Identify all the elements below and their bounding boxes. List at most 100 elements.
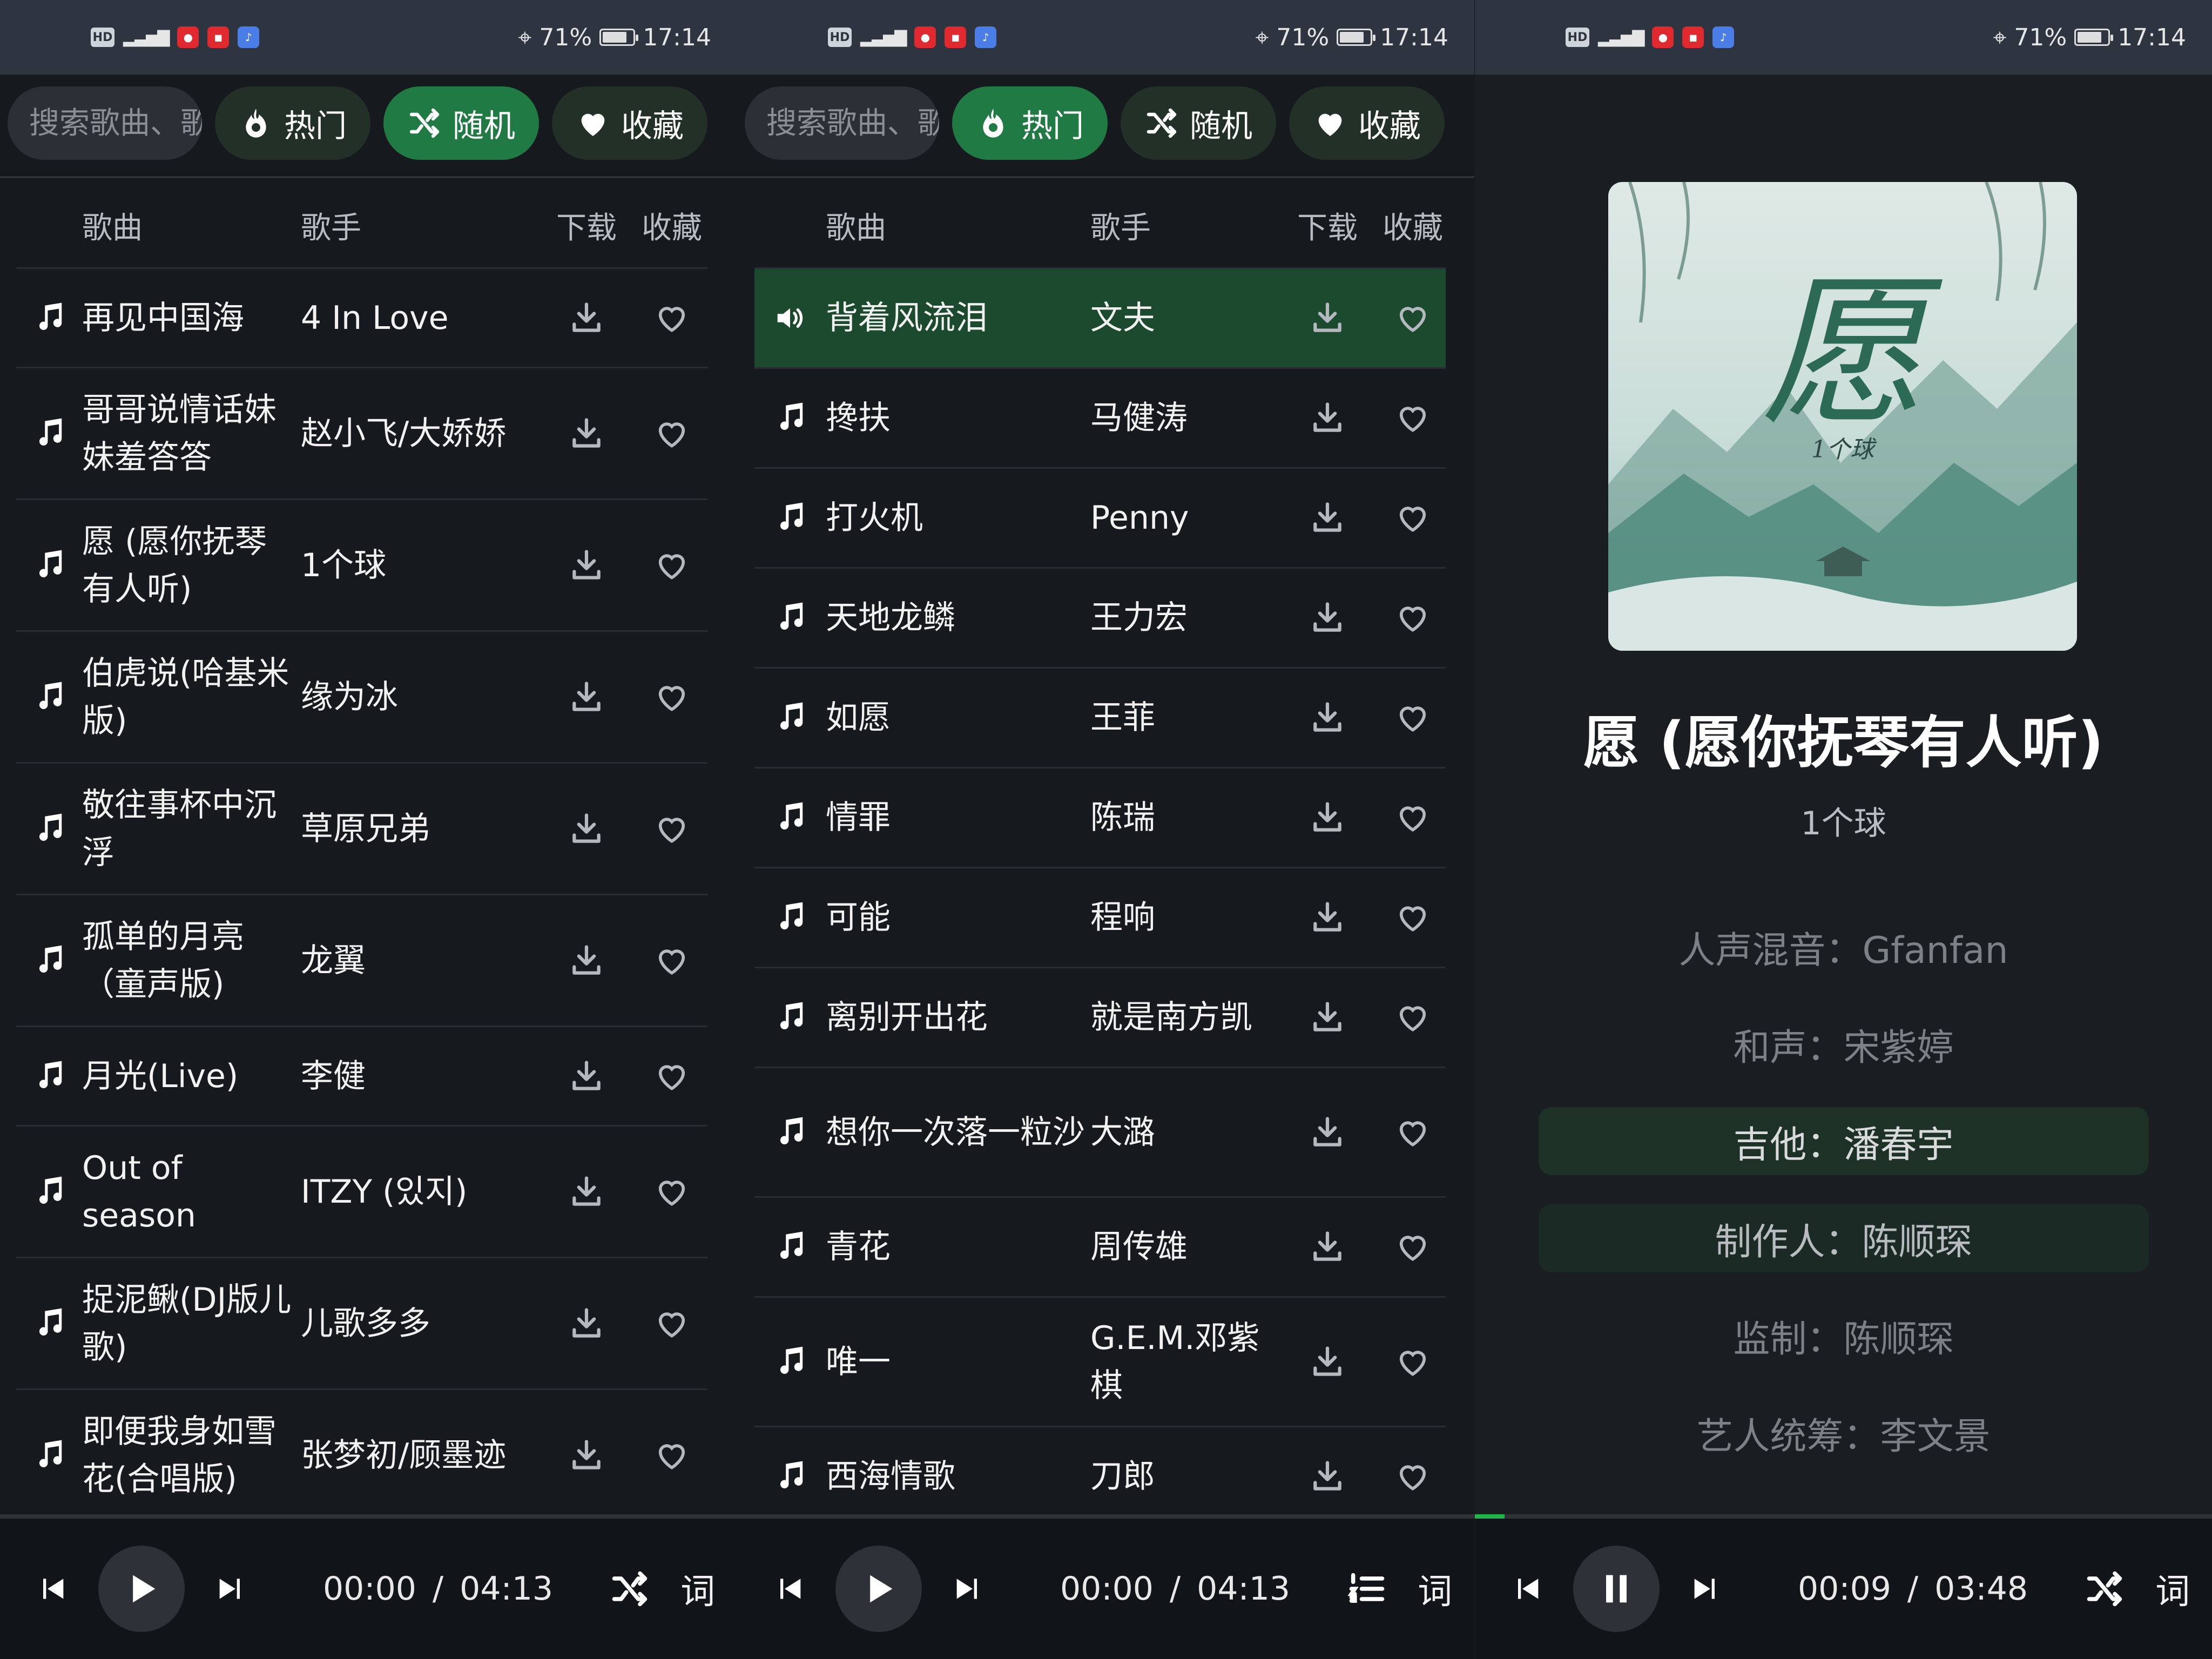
play-button[interactable] <box>835 1546 922 1632</box>
download-button[interactable] <box>1285 500 1370 536</box>
download-button[interactable] <box>544 1437 629 1474</box>
favorite-button[interactable] <box>629 415 714 452</box>
favorite-button[interactable] <box>629 942 714 979</box>
table-row[interactable]: 如愿 王菲 <box>754 669 1446 768</box>
table-row-playing[interactable]: 背着风流泪 文夫 <box>754 269 1446 369</box>
table-row[interactable]: 离别开出花 就是南方凯 <box>754 968 1446 1068</box>
playback-progress[interactable] <box>1475 1514 1505 1519</box>
download-button[interactable] <box>544 1058 629 1095</box>
lyric-line-current[interactable]: 吉他：潘春宇 <box>1538 1107 2149 1175</box>
search-box[interactable] <box>8 86 202 160</box>
download-button[interactable] <box>1285 699 1370 736</box>
random-button[interactable]: 随机 <box>383 86 539 160</box>
favorites-button[interactable]: 收藏 <box>552 86 708 160</box>
next-button[interactable] <box>1684 1567 1728 1610</box>
favorite-button[interactable] <box>1370 599 1455 636</box>
table-row[interactable]: 敬往事杯中沉浮 草原兄弟 <box>16 764 707 895</box>
favorite-button[interactable] <box>629 1305 714 1342</box>
download-button[interactable] <box>1285 799 1370 836</box>
table-row[interactable]: 孤单的月亮（童声版) 龙翼 <box>16 895 707 1027</box>
search-input[interactable] <box>766 105 939 141</box>
search-box[interactable] <box>745 86 939 160</box>
favorite-button[interactable] <box>1370 1344 1455 1380</box>
previous-button[interactable] <box>767 1567 811 1610</box>
table-row[interactable]: 伯虎说(哈基米版) 缘为冰 <box>16 632 707 764</box>
pause-button[interactable] <box>1573 1546 1660 1632</box>
favorite-button[interactable] <box>1370 1114 1455 1151</box>
download-button[interactable] <box>1285 300 1370 336</box>
download-button[interactable] <box>544 547 629 584</box>
download-button[interactable] <box>544 1305 629 1342</box>
favorite-button[interactable] <box>1370 1229 1455 1265</box>
download-button[interactable] <box>544 300 629 336</box>
lyrics-button[interactable]: 词 <box>1418 1564 1452 1614</box>
download-button[interactable] <box>1285 999 1370 1036</box>
download-button[interactable] <box>544 1174 629 1210</box>
previous-button[interactable] <box>30 1567 73 1610</box>
table-row[interactable]: 可能 程响 <box>754 868 1446 968</box>
favorite-button[interactable] <box>1370 899 1455 936</box>
lyrics-button[interactable]: 词 <box>2155 1564 2190 1614</box>
download-button[interactable] <box>1285 899 1370 936</box>
favorite-button[interactable] <box>1370 400 1455 436</box>
lyrics-panel[interactable]: 人声混音：Gfanfan 和声：宋紫婷 吉他：潘春宇 制作人：陈顺琛 监制：陈顺… <box>1475 913 2212 1496</box>
favorite-button[interactable] <box>1370 300 1455 336</box>
table-row[interactable]: 西海情歌 刀郎 <box>754 1427 1446 1527</box>
lyric-line[interactable]: 制作人：陈顺琛 <box>1538 1204 2149 1272</box>
download-button[interactable] <box>1285 1114 1370 1151</box>
lyric-line[interactable]: 艺人统筹：李文景 <box>1539 1399 2149 1467</box>
hot-button[interactable]: 热门 <box>215 86 371 160</box>
lyric-line[interactable]: 监制：陈顺琛 <box>1539 1301 2149 1370</box>
download-button[interactable] <box>544 679 629 716</box>
next-button[interactable] <box>947 1567 990 1610</box>
download-button[interactable] <box>1285 599 1370 636</box>
download-button[interactable] <box>1285 1229 1370 1265</box>
play-mode-button[interactable] <box>607 1566 652 1611</box>
previous-button[interactable] <box>1505 1567 1548 1610</box>
favorite-button[interactable] <box>1370 500 1455 536</box>
table-row[interactable]: 搀扶 马健涛 <box>754 369 1446 469</box>
heart-outline-icon <box>658 1064 685 1090</box>
table-row[interactable]: 情罪 陈瑞 <box>754 768 1446 868</box>
table-row[interactable]: 天地龙鳞 王力宏 <box>754 569 1446 669</box>
table-row[interactable]: 再见中国海 4 In Love <box>16 269 707 368</box>
table-row[interactable]: Out of season ITZY (있지) <box>16 1127 707 1258</box>
table-row[interactable]: 青花 周传雄 <box>754 1198 1446 1298</box>
favorite-button[interactable] <box>1370 799 1455 836</box>
table-row[interactable]: 哥哥说情话妹妹羞答答 赵小飞/大娇娇 <box>16 368 707 500</box>
play-mode-button[interactable] <box>2082 1566 2127 1611</box>
download-button[interactable] <box>544 415 629 452</box>
favorite-button[interactable] <box>629 1437 714 1474</box>
download-button[interactable] <box>1285 400 1370 436</box>
favorite-button[interactable] <box>1370 999 1455 1036</box>
favorite-button[interactable] <box>1370 699 1455 736</box>
favorite-button[interactable] <box>629 547 714 584</box>
table-row[interactable]: 想你一次落一粒沙 大潞 <box>754 1068 1446 1198</box>
search-input[interactable] <box>29 105 202 141</box>
favorite-button[interactable] <box>629 300 714 336</box>
download-button[interactable] <box>1285 1344 1370 1380</box>
favorites-button[interactable]: 收藏 <box>1289 86 1445 160</box>
favorite-button[interactable] <box>1370 1458 1455 1495</box>
table-row[interactable]: 月光(Live) 李健 <box>16 1027 707 1127</box>
play-button[interactable] <box>98 1546 185 1632</box>
table-row[interactable]: 捉泥鳅(DJ版儿歌) 儿歌多多 <box>16 1258 707 1390</box>
lyric-line[interactable]: 人声混音：Gfanfan <box>1539 913 2149 981</box>
download-button[interactable] <box>544 811 629 847</box>
download-button[interactable] <box>544 942 629 979</box>
favorite-button[interactable] <box>629 1174 714 1210</box>
play-mode-button[interactable] <box>1344 1566 1390 1611</box>
table-row[interactable]: 打火机 Penny <box>754 469 1446 569</box>
hot-button[interactable]: 热门 <box>952 86 1108 160</box>
table-row[interactable]: 唯一 G.E.M.邓紫棋 <box>754 1298 1446 1427</box>
table-row[interactable]: 即便我身如雪花(合唱版) 张梦初/顾墨迹 <box>16 1390 707 1522</box>
lyrics-button[interactable]: 词 <box>680 1564 715 1614</box>
next-button[interactable] <box>210 1567 253 1610</box>
download-button[interactable] <box>1285 1458 1370 1495</box>
favorite-button[interactable] <box>629 679 714 716</box>
table-row[interactable]: 愿 (愿你抚琴有人听) 1个球 <box>16 500 707 632</box>
favorite-button[interactable] <box>629 1058 714 1095</box>
lyric-line[interactable]: 和声：宋紫婷 <box>1539 1010 2149 1078</box>
favorite-button[interactable] <box>629 811 714 847</box>
random-button[interactable]: 随机 <box>1121 86 1277 160</box>
